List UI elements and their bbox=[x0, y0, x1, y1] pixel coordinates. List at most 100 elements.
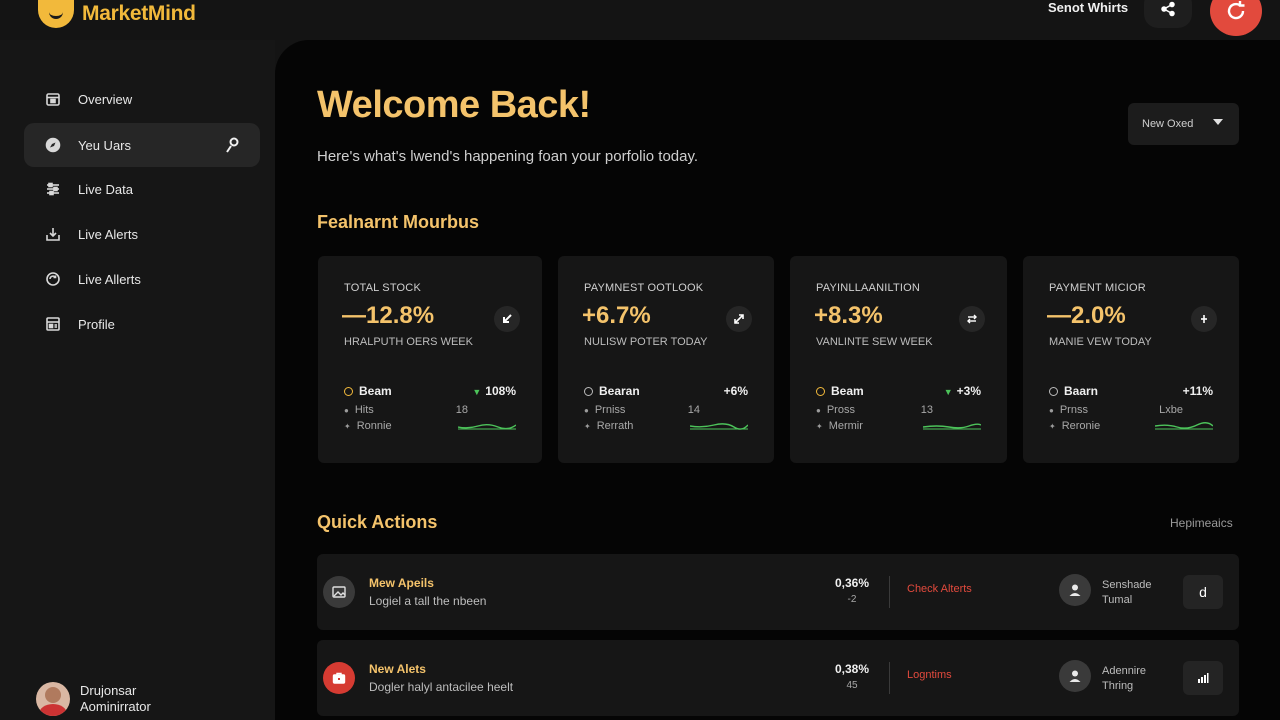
row-label: Baarn bbox=[1064, 384, 1099, 398]
triangle-up-icon: ▼ bbox=[472, 387, 482, 397]
person-icon bbox=[1059, 660, 1091, 692]
row-value: 13 bbox=[920, 404, 933, 416]
card-label: TOTAL STOCK bbox=[344, 282, 421, 294]
sidebar: Overview Yeu Uars Live Data Live Alerts … bbox=[0, 40, 275, 720]
row-label: Bearan bbox=[599, 384, 640, 398]
card-row: ✦ Mermir bbox=[816, 420, 981, 432]
card-label: PAYMNEST OOTLOOK bbox=[584, 282, 704, 294]
image-icon bbox=[323, 576, 355, 608]
card-subtitle: HRALPUTH OERS WEEK bbox=[344, 336, 473, 348]
signal-bars-icon bbox=[1198, 673, 1209, 683]
person-name: Adennire bbox=[1102, 665, 1147, 677]
sidebar-item-live-allerts[interactable]: Live Allerts bbox=[24, 257, 260, 301]
card-subtitle: NULISW POTER TODAY bbox=[584, 336, 708, 348]
letter-d-icon: d bbox=[1199, 584, 1207, 600]
filter-dropdown[interactable]: New Oxed bbox=[1128, 103, 1239, 145]
card-row: ✦ Reronie bbox=[1049, 420, 1213, 432]
sidebar-item-label: Overview bbox=[78, 91, 133, 107]
row-label: Beam bbox=[359, 384, 392, 398]
swap-icon[interactable] bbox=[959, 306, 985, 332]
triangle-up-icon: ▼ bbox=[943, 387, 953, 397]
quick-action-row[interactable]: New Alets Dogler halyl antacilee heelt 0… bbox=[317, 640, 1239, 716]
briefcase-icon bbox=[323, 662, 355, 694]
user-name: Drujonsar bbox=[80, 683, 137, 698]
card-subtitle: VANLINTE SEW WEEK bbox=[816, 336, 933, 348]
card-label: PAYMENT MICIOR bbox=[1049, 282, 1146, 294]
top-link[interactable]: Senot Whirts bbox=[1048, 0, 1128, 15]
smile-logo-icon bbox=[38, 0, 74, 28]
stat-card[interactable]: TOTAL STOCK —12.8% HRALPUTH OERS WEEK Be… bbox=[318, 256, 542, 463]
sparkline bbox=[1155, 422, 1213, 430]
share-icon bbox=[1161, 1, 1175, 17]
app-name: MarketMind bbox=[82, 2, 196, 25]
stat-card[interactable]: PAYINLLAANILTION +8.3% VANLINTE SEW WEEK… bbox=[790, 256, 1007, 463]
divider bbox=[889, 576, 890, 608]
bullet-icon: ● bbox=[1049, 406, 1054, 415]
card-label: PAYINLLAANILTION bbox=[816, 282, 921, 294]
sliders-icon bbox=[44, 180, 62, 198]
brand-button[interactable] bbox=[1210, 0, 1262, 36]
row-label: Rerrath bbox=[596, 420, 634, 432]
sidebar-item-label: Yeu Uars bbox=[78, 137, 131, 153]
sidebar-item-label: Live Alerts bbox=[78, 226, 138, 242]
sparkline bbox=[458, 424, 516, 430]
action-stat-sub: -2 bbox=[847, 594, 857, 605]
action-link[interactable]: Check Alterts bbox=[907, 583, 972, 595]
row-label: Mermir bbox=[828, 420, 863, 432]
ring-icon bbox=[816, 387, 825, 396]
card-value: —12.8% bbox=[342, 302, 435, 329]
card-row: ✦ Ronnie bbox=[344, 420, 516, 432]
row-label: Ronnie bbox=[356, 420, 392, 432]
sidebar-item-users[interactable]: Yeu Uars bbox=[24, 123, 260, 167]
row-label: Beam bbox=[831, 384, 864, 398]
app-logo[interactable]: MarketMind bbox=[38, 0, 196, 28]
quick-actions-link[interactable]: Hepimeaics bbox=[1170, 516, 1233, 530]
sidebar-item-profile[interactable]: Profile bbox=[24, 302, 260, 346]
person-role: Tumal bbox=[1102, 594, 1133, 606]
user-role: Aominirrator bbox=[80, 699, 151, 714]
action-link[interactable]: Logntims bbox=[907, 669, 952, 681]
sidebar-item-overview[interactable]: Overview bbox=[24, 77, 260, 121]
row-label: Hits bbox=[354, 404, 374, 416]
avatar bbox=[36, 682, 70, 716]
page-subtitle: Here's what's lwend's happening foan you… bbox=[317, 148, 699, 165]
action-stat-sub: 45 bbox=[846, 680, 858, 691]
row-action-button[interactable]: d bbox=[1183, 575, 1223, 609]
divider bbox=[889, 662, 890, 694]
row-value: +3% bbox=[956, 384, 981, 398]
row-value: 108% bbox=[485, 384, 516, 398]
plus-icon[interactable] bbox=[1191, 306, 1217, 332]
sidebar-item-live-data[interactable]: Live Data bbox=[24, 167, 260, 211]
person-name: Senshade bbox=[1102, 579, 1152, 591]
row-value: 14 bbox=[687, 404, 700, 416]
caret-down-icon bbox=[1213, 119, 1223, 125]
row-value: +6% bbox=[723, 384, 748, 398]
top-bar: MarketMind Senot Whirts bbox=[0, 0, 1280, 40]
card-row: ● Pross 13 bbox=[816, 404, 981, 416]
row-value: 18 bbox=[455, 404, 468, 416]
card-value: +6.7% bbox=[582, 302, 651, 329]
card-value: +8.3% bbox=[814, 302, 883, 329]
expand-icon[interactable] bbox=[726, 306, 752, 332]
card-row: ● Hits 18 bbox=[344, 404, 516, 416]
stat-card[interactable]: PAYMENT MICIOR —2.0% MANIE VEW TODAY Baa… bbox=[1023, 256, 1239, 463]
action-name: Mew Apeils bbox=[369, 576, 434, 590]
sidebar-item-live-alerts[interactable]: Live Alerts bbox=[24, 212, 260, 256]
person-icon bbox=[1059, 574, 1091, 606]
stat-card[interactable]: PAYMNEST OOTLOOK +6.7% NULISW POTER TODA… bbox=[558, 256, 774, 463]
compass-icon bbox=[44, 136, 62, 154]
quick-action-row[interactable]: Mew Apeils Logiel a tall the nbeen 0,36%… bbox=[317, 554, 1239, 630]
row-value: Lxbe bbox=[1159, 404, 1183, 416]
share-button[interactable] bbox=[1144, 0, 1192, 28]
current-user[interactable]: Drujonsar Aominirrator bbox=[36, 682, 151, 716]
ring-icon bbox=[344, 387, 353, 396]
row-value: +11% bbox=[1182, 384, 1213, 398]
arrow-down-left-icon[interactable] bbox=[494, 306, 520, 332]
card-row: ● Prniss 14 bbox=[584, 404, 748, 416]
sparkline bbox=[690, 423, 748, 430]
row-action-button[interactable] bbox=[1183, 661, 1223, 695]
row-label: Prnss bbox=[1059, 404, 1088, 416]
bullet-icon: ● bbox=[344, 406, 349, 415]
person-role: Thring bbox=[1102, 680, 1134, 692]
section-title: Fealnarnt Mourbus bbox=[317, 212, 480, 232]
